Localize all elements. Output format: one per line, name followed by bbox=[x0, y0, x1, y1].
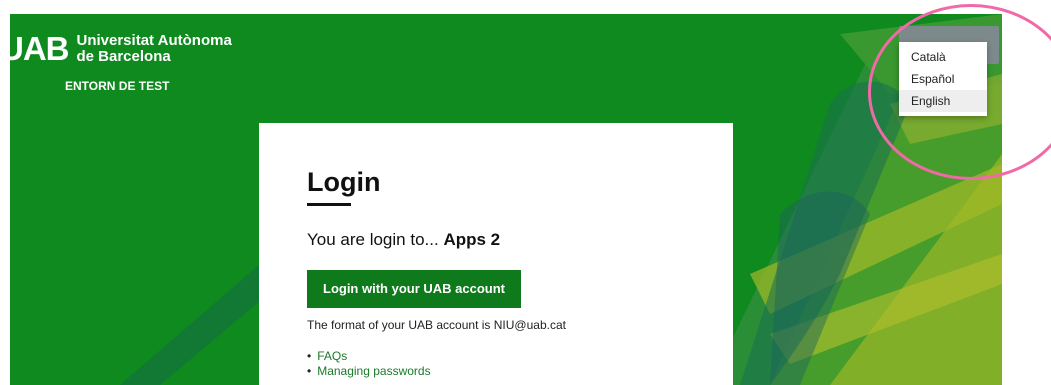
login-target-app-name: Apps 2 bbox=[443, 230, 501, 249]
login-target-text: You are login to... Apps 2 bbox=[307, 230, 500, 250]
bullet-icon: • bbox=[307, 364, 312, 378]
login-uab-account-button[interactable]: Login with your UAB account bbox=[307, 270, 521, 308]
background-banner: UAB Universitat Autònoma de Barcelona EN… bbox=[10, 14, 1002, 385]
uab-logo[interactable]: UAB Universitat Autònoma de Barcelona bbox=[10, 32, 232, 65]
language-option-espanol[interactable]: Español bbox=[899, 68, 987, 90]
help-links-list: • FAQs • Managing passwords bbox=[307, 349, 431, 379]
bullet-icon: • bbox=[307, 349, 312, 363]
managing-passwords-link[interactable]: Managing passwords bbox=[317, 364, 430, 378]
environment-label: ENTORN DE TEST bbox=[65, 79, 170, 93]
faqs-link[interactable]: FAQs bbox=[317, 349, 347, 363]
list-item: • FAQs bbox=[307, 349, 431, 364]
university-name-line2: de Barcelona bbox=[76, 47, 171, 65]
login-card: Login You are login to... Apps 2 Login w… bbox=[259, 123, 733, 385]
account-format-hint: The format of your UAB account is NIU@ua… bbox=[307, 318, 566, 332]
title-underline bbox=[307, 203, 351, 206]
page-title: Login bbox=[307, 167, 381, 197]
login-target-prefix: You are login to... bbox=[307, 230, 439, 249]
language-dropdown-menu: Català Español English bbox=[899, 42, 987, 116]
university-name: Universitat Autònoma de Barcelona bbox=[76, 31, 232, 65]
language-option-english[interactable]: English bbox=[899, 90, 987, 112]
language-option-catala[interactable]: Català bbox=[899, 46, 987, 68]
university-name-line1: Universitat Autònoma bbox=[76, 31, 232, 49]
list-item: • Managing passwords bbox=[307, 364, 431, 379]
logo-mark: UAB bbox=[10, 30, 69, 67]
